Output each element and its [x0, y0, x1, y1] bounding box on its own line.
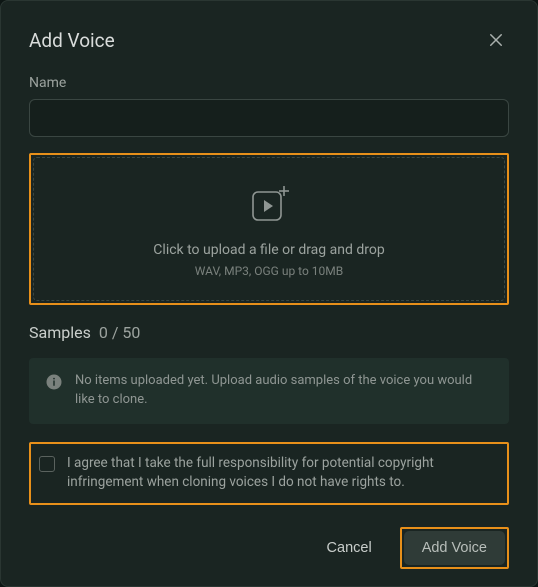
name-label: Name	[29, 75, 509, 91]
samples-label: Samples	[29, 323, 91, 342]
cancel-button[interactable]: Cancel	[311, 530, 388, 566]
name-input[interactable]	[29, 99, 509, 137]
agreement-highlight: I agree that I take the full responsibil…	[29, 442, 509, 505]
agreement-checkbox[interactable]	[39, 456, 55, 472]
info-icon	[45, 373, 63, 395]
modal-footer: Cancel Add Voice	[29, 527, 509, 569]
modal-title: Add Voice	[29, 29, 115, 52]
agreement-text: I agree that I take the full responsibil…	[67, 454, 501, 493]
upload-main-text: Click to upload a file or drag and drop	[153, 242, 384, 258]
samples-count: 0 / 50	[99, 323, 141, 342]
modal-header: Add Voice	[29, 27, 509, 53]
close-button[interactable]	[483, 27, 509, 53]
upload-zone-highlight: Click to upload a file or drag and drop …	[29, 153, 509, 305]
add-voice-button-highlight: Add Voice	[400, 527, 509, 569]
upload-play-icon	[246, 184, 292, 228]
samples-header: Samples 0 / 50	[29, 323, 509, 342]
upload-dropzone[interactable]: Click to upload a file or drag and drop …	[33, 157, 505, 301]
add-voice-button[interactable]: Add Voice	[404, 531, 505, 565]
info-text: No items uploaded yet. Upload audio samp…	[75, 372, 493, 410]
close-icon	[487, 31, 505, 49]
add-voice-modal: Add Voice Name Click to upload a file or…	[0, 0, 538, 587]
upload-sub-text: WAV, MP3, OGG up to 10MB	[195, 264, 343, 278]
empty-samples-info: No items uploaded yet. Upload audio samp…	[29, 358, 509, 424]
